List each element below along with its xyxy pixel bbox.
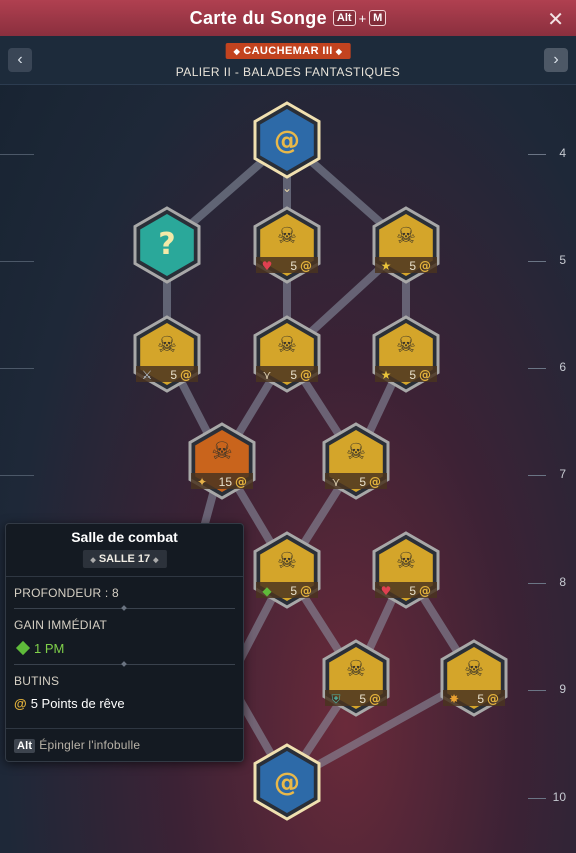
room-badge: ◆ SALLE 17 ◆ xyxy=(82,550,167,568)
divider xyxy=(6,728,243,729)
sun-icon: ✸ xyxy=(449,692,459,706)
skull-icon: ☠ xyxy=(346,657,366,682)
loot-value: @5 Points de rêve xyxy=(14,696,125,711)
dream-point-icon: @ xyxy=(369,692,381,706)
dream-point-icon: @ xyxy=(300,259,312,273)
dream-point-icon: @ xyxy=(369,475,381,489)
node-points: 5 xyxy=(359,692,366,706)
dream-point-icon: @ xyxy=(419,584,431,598)
alt-key: Alt xyxy=(14,739,36,753)
divider-dot xyxy=(121,605,127,611)
gem-icon: ◆ xyxy=(262,584,272,598)
node-points: 5 xyxy=(359,475,366,489)
diamond-icon: ◆ xyxy=(153,557,159,564)
map-node-r7a[interactable]: ☠ ✦ 15 @ xyxy=(188,422,256,500)
question-icon: ? xyxy=(158,227,175,262)
map-node-r5a[interactable]: ? xyxy=(133,206,201,284)
dream-point-icon: @ xyxy=(180,368,192,382)
node-points: 5 xyxy=(290,368,297,382)
node-points: 5 xyxy=(409,584,416,598)
dream-point-icon: @ xyxy=(487,692,499,706)
room-label: SALLE 17 xyxy=(98,553,151,565)
map-node-r9c[interactable]: ☠ ✸ 5 @ xyxy=(440,639,508,717)
dream-point-icon: @ xyxy=(235,475,247,489)
map-node-r8c[interactable]: ☠ ♥ 5 @ xyxy=(372,531,440,609)
gain-value: 1 PM xyxy=(14,640,64,656)
wings-icon: ⋎ xyxy=(263,368,272,382)
loot-label: BUTINS xyxy=(14,674,60,688)
dream-point-icon: @ xyxy=(300,584,312,598)
dream-point-icon: @ xyxy=(419,368,431,382)
node-points: 15 xyxy=(219,475,233,489)
node-points: 5 xyxy=(290,259,297,273)
map-node-r5b[interactable]: ☠ ♥ 5 @ xyxy=(253,206,321,284)
skull-icon: ☠ xyxy=(396,224,416,249)
skull-icon: ☠ xyxy=(346,440,366,465)
room-tooltip: Salle de combat ◆ SALLE 17 ◆ PROFONDEUR : … xyxy=(5,523,244,762)
star-icon: ★ xyxy=(381,368,392,382)
node-points: 5 xyxy=(170,368,177,382)
divider xyxy=(6,576,243,577)
dream-shop-icon: @ xyxy=(274,126,300,156)
map-node-top[interactable]: @⌄ xyxy=(253,101,321,195)
node-points: 5 xyxy=(290,584,297,598)
skull-icon: ☠ xyxy=(396,549,416,574)
dream-point-icon: @ xyxy=(419,259,431,273)
map-node-bottom[interactable]: @ xyxy=(253,743,321,821)
skull-icon: ☠ xyxy=(464,657,484,682)
map-node-r6a[interactable]: ☠ ⚔ 5 @ xyxy=(133,315,201,393)
wand-icon: ✦ xyxy=(197,475,207,489)
map-node-r5c[interactable]: ☠ ★ 5 @ xyxy=(372,206,440,284)
dream-point-icon: @ xyxy=(14,696,27,711)
chevron-down-icon: ⌄ xyxy=(282,181,292,195)
map-node-r9b[interactable]: ☠ ⛨ 5 @ xyxy=(322,639,390,717)
map-node-r6c[interactable]: ☠ ★ 5 @ xyxy=(372,315,440,393)
map-node-r8b[interactable]: ☠ ◆ 5 @ xyxy=(253,531,321,609)
heart-icon: ♥ xyxy=(381,584,392,598)
tooltip-title: Salle de combat xyxy=(71,529,178,545)
diamond-icon: ◆ xyxy=(90,557,96,564)
skull-icon: ☠ xyxy=(277,549,297,574)
star-icon: ★ xyxy=(381,259,392,273)
wings-icon: ⋎ xyxy=(332,475,341,489)
skull-icon: ☠ xyxy=(157,333,177,358)
skull-icon: ☠ xyxy=(277,333,297,358)
node-points: 5 xyxy=(409,368,416,382)
heart-icon: ♥ xyxy=(262,259,273,273)
map-node-r7b[interactable]: ☠ ⋎ 5 @ xyxy=(322,422,390,500)
pin-hint: Alt Épingler l'infobulle xyxy=(14,738,140,753)
shield-icon: ⛨ xyxy=(331,692,340,706)
gain-label: GAIN IMMÉDIAT xyxy=(14,618,108,632)
depth-label: PROFONDEUR : 8 xyxy=(14,586,119,600)
gem-icon xyxy=(15,640,31,656)
horned-helmet-icon: ☠ xyxy=(211,437,233,465)
skull-icon: ☠ xyxy=(396,333,416,358)
dream-shop-icon: @ xyxy=(274,768,300,798)
node-points: 5 xyxy=(477,692,484,706)
sword-icon: ⚔ xyxy=(142,368,153,382)
skull-icon: ☠ xyxy=(277,224,297,249)
divider-dot xyxy=(121,661,127,667)
node-points: 5 xyxy=(409,259,416,273)
dream-point-icon: @ xyxy=(300,368,312,382)
